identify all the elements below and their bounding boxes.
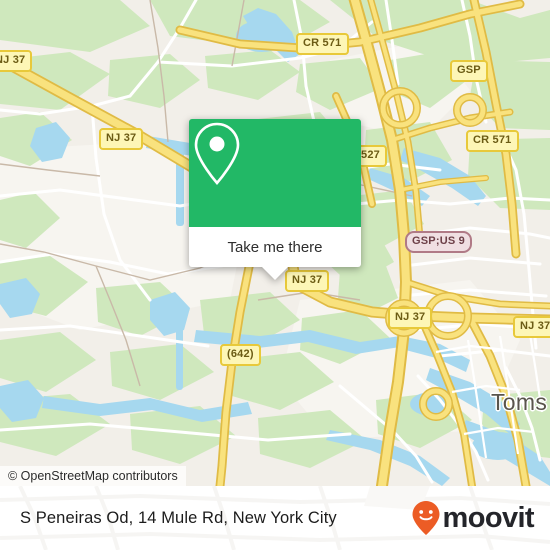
shield-cr-571-top: CR 571 xyxy=(296,33,349,55)
shield-nj-37-east: NJ 37 xyxy=(513,316,550,338)
moovit-wordmark: moovit xyxy=(442,501,535,534)
shield-gsp-us-9: GSP;US 9 xyxy=(405,231,472,253)
shield-nj-37-far-left: NJ 37 xyxy=(0,50,33,72)
shield-nj-37-center: NJ 37 xyxy=(285,270,330,292)
take-me-there-button[interactable]: Take me there xyxy=(189,227,361,280)
shield-642: (642) xyxy=(220,344,261,366)
destination-popup[interactable]: Take me there xyxy=(189,119,361,280)
map-canvas[interactable]: NJ 37 NJ 37 CR 571 GSP CR 571 527 GSP;US… xyxy=(0,0,550,486)
address-title: S Peneiras Od, 14 Mule Rd, New York City xyxy=(20,508,337,527)
location-pin-icon xyxy=(194,122,240,185)
footer-bar: S Peneiras Od, 14 Mule Rd, New York City… xyxy=(0,486,550,550)
osm-attribution[interactable]: © OpenStreetMap contributors xyxy=(0,466,186,486)
shield-nj-37-west: NJ 37 xyxy=(99,128,144,150)
moovit-smiley-pin-icon xyxy=(412,501,440,535)
popup-header xyxy=(189,119,361,227)
shield-gsp-top: GSP xyxy=(450,60,488,82)
shield-cr-571-right: CR 571 xyxy=(466,130,519,152)
place-label-toms-river: Toms River xyxy=(491,389,550,415)
shield-nj-37-southeast: NJ 37 xyxy=(388,307,433,329)
moovit-logo: moovit xyxy=(411,500,535,536)
map-screenshot: NJ 37 NJ 37 CR 571 GSP CR 571 527 GSP;US… xyxy=(0,0,550,550)
take-me-there-label: Take me there xyxy=(227,238,323,256)
popup-pointer xyxy=(262,267,288,280)
